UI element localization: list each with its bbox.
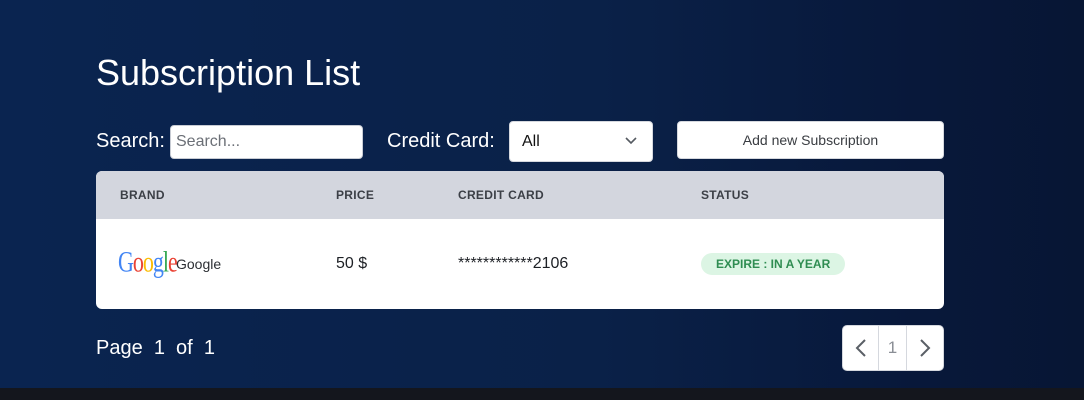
chevron-down-icon <box>625 137 637 145</box>
search-label: Search: <box>96 130 165 152</box>
header-status[interactable]: STATUS <box>701 188 749 202</box>
page-title: Subscription List <box>96 52 361 93</box>
header-brand[interactable]: BRAND <box>120 188 165 202</box>
bottom-strip <box>0 388 1084 400</box>
page-number-button[interactable]: 1 <box>879 325 907 371</box>
status-badge: EXPIRE : IN A YEAR <box>701 253 846 275</box>
google-logo: Google <box>118 244 178 279</box>
chevron-left-icon <box>855 339 866 357</box>
chevron-right-icon <box>920 339 931 357</box>
brand-name: Google <box>176 256 222 272</box>
search-input[interactable] <box>170 125 363 159</box>
prev-page-button[interactable] <box>842 325 879 371</box>
subscription-table: BRAND PRICE CREDIT CARD STATUS Google Go… <box>96 171 944 309</box>
header-credit-card[interactable]: CREDIT CARD <box>458 188 544 202</box>
table-header: BRAND PRICE CREDIT CARD STATUS <box>96 171 944 219</box>
header-price[interactable]: PRICE <box>336 188 374 202</box>
credit-card-select[interactable]: All <box>509 121 653 162</box>
page-indicator: Page 1 of 1 <box>96 337 215 359</box>
next-page-button[interactable] <box>906 325 944 371</box>
add-subscription-button[interactable]: Add new Subscription <box>677 121 944 159</box>
credit-card-label: Credit Card: <box>387 130 495 152</box>
credit-card-select-value: All <box>522 133 540 150</box>
credit-card-cell: ************2106 <box>458 255 569 272</box>
price-cell: 50 $ <box>336 255 368 272</box>
